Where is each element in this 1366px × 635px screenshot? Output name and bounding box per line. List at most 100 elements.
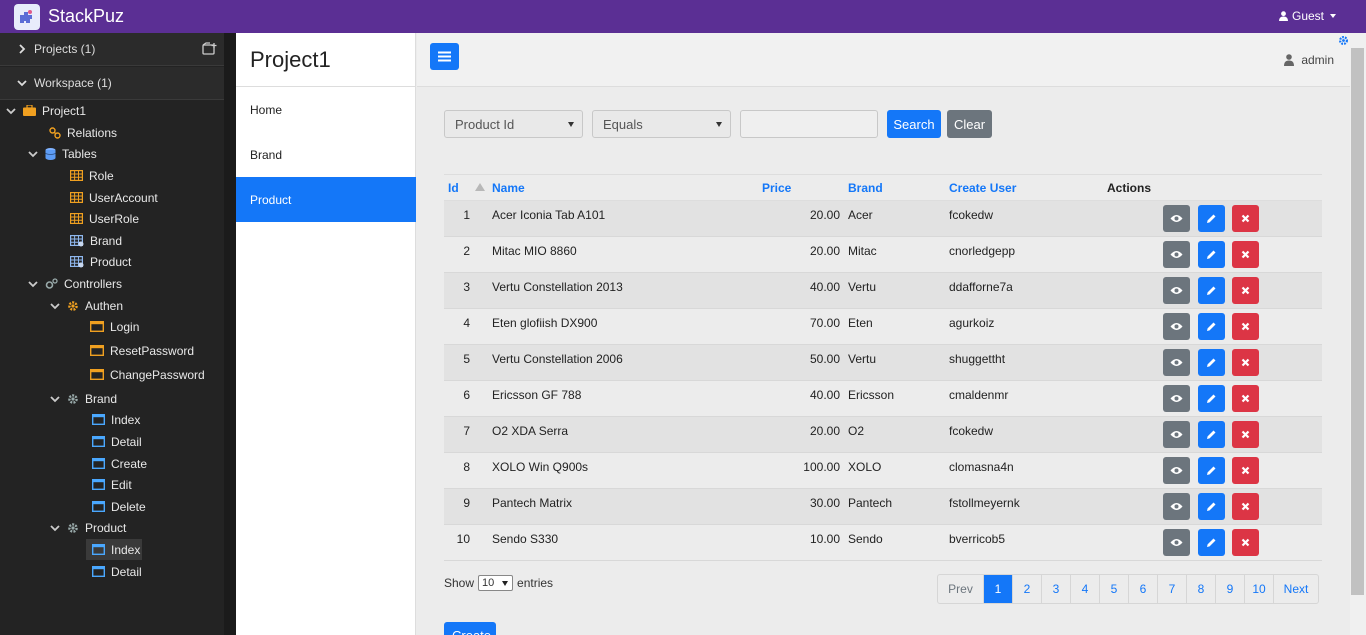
view-button[interactable] <box>1163 205 1190 232</box>
nav-item-product[interactable]: Product <box>236 177 416 222</box>
edit-button[interactable] <box>1198 457 1225 484</box>
edit-button[interactable] <box>1198 241 1225 268</box>
tree-item-product-detail[interactable]: Detail <box>92 561 142 582</box>
create-button[interactable]: Create <box>444 622 496 635</box>
tree-item-brand-controller[interactable]: Brand <box>49 388 117 409</box>
view-button[interactable] <box>1163 313 1190 340</box>
column-header-name[interactable]: Name <box>492 181 525 195</box>
page-size-select[interactable]: 10 <box>478 575 514 591</box>
tree-item-product-index[interactable]: Index <box>86 539 142 560</box>
projects-header[interactable]: Projects (1) <box>0 33 224 66</box>
nav-item-brand[interactable]: Brand <box>236 132 416 177</box>
tree-item-controllers[interactable]: Controllers <box>27 273 122 294</box>
search-value-input[interactable] <box>740 110 878 138</box>
settings-gear-icon[interactable] <box>1338 35 1349 46</box>
edit-button[interactable] <box>1198 421 1225 448</box>
delete-button[interactable] <box>1232 313 1259 340</box>
cell-name: O2 XDA Serra <box>492 424 569 438</box>
column-header-brand[interactable]: Brand <box>848 181 883 195</box>
pagination-page[interactable]: 7 <box>1157 575 1186 603</box>
edit-button[interactable] <box>1198 277 1225 304</box>
pagination-page[interactable]: 5 <box>1099 575 1128 603</box>
edit-button[interactable] <box>1198 349 1225 376</box>
edit-button[interactable] <box>1198 529 1225 556</box>
nav-item-home[interactable]: Home <box>236 87 416 132</box>
table-row: 7 O2 XDA Serra 20.00 O2 fcokedw <box>444 417 1322 453</box>
delete-button[interactable] <box>1232 529 1259 556</box>
search-button[interactable]: Search <box>887 110 941 138</box>
tree-item-authen-resetpassword[interactable]: ResetPassword <box>90 340 194 361</box>
pagination-next[interactable]: Next <box>1273 575 1318 603</box>
column-header-id[interactable]: Id <box>448 181 459 195</box>
search-field-value: Product Id <box>455 116 515 132</box>
pagination-page[interactable]: 4 <box>1070 575 1099 603</box>
tree-label: UserRole <box>89 211 140 226</box>
tree-item-project1[interactable]: Project1 <box>5 100 86 121</box>
tree-item-tables[interactable]: Tables <box>27 143 97 164</box>
view-button[interactable] <box>1163 493 1190 520</box>
view-button[interactable] <box>1163 457 1190 484</box>
tree-item-brand-delete[interactable]: Delete <box>92 496 146 517</box>
tree-item-authen-changepassword[interactable]: ChangePassword <box>90 364 205 385</box>
edit-button[interactable] <box>1198 385 1225 412</box>
tree-item-table-role[interactable]: Role <box>70 165 114 186</box>
delete-button[interactable] <box>1232 421 1259 448</box>
delete-button[interactable] <box>1232 349 1259 376</box>
view-button[interactable] <box>1163 277 1190 304</box>
chevron-right-icon <box>19 44 26 54</box>
cell-create-user: fstollmeyernk <box>949 496 1020 510</box>
tree-label: Edit <box>111 477 132 492</box>
tree-item-product-controller[interactable]: Product <box>49 517 126 538</box>
gears-icon <box>45 277 58 290</box>
pagination-page[interactable]: 3 <box>1041 575 1070 603</box>
tree-item-table-product[interactable]: Product <box>70 251 131 272</box>
tree-item-relations[interactable]: Relations <box>49 122 117 143</box>
pagination-page[interactable]: 2 <box>1012 575 1041 603</box>
pencil-icon <box>1206 501 1217 512</box>
new-project-icon[interactable] <box>202 42 217 55</box>
tree-item-table-useraccount[interactable]: UserAccount <box>70 187 158 208</box>
tree-label: Brand <box>90 233 123 248</box>
admin-user[interactable]: admin <box>1284 53 1334 67</box>
view-button[interactable] <box>1163 421 1190 448</box>
delete-button[interactable] <box>1232 493 1259 520</box>
pagination-page[interactable]: 1 <box>983 575 1012 603</box>
delete-button[interactable] <box>1232 457 1259 484</box>
cell-create-user: shuggettht <box>949 352 1006 366</box>
clear-button[interactable]: Clear <box>947 110 992 138</box>
workspace-header[interactable]: Workspace (1) <box>0 67 224 100</box>
pagination-page[interactable]: 8 <box>1186 575 1215 603</box>
pagination-prev[interactable]: Prev <box>938 575 983 603</box>
column-header-price[interactable]: Price <box>762 181 791 195</box>
delete-button[interactable] <box>1232 241 1259 268</box>
edit-button[interactable] <box>1198 493 1225 520</box>
edit-button[interactable] <box>1198 313 1225 340</box>
tree-item-authen-login[interactable]: Login <box>90 316 139 337</box>
view-button[interactable] <box>1163 241 1190 268</box>
tree-item-brand-index[interactable]: Index <box>92 409 140 430</box>
view-button[interactable] <box>1163 385 1190 412</box>
tree-item-table-brand[interactable]: Brand <box>70 230 122 251</box>
view-button[interactable] <box>1163 529 1190 556</box>
pagination-page[interactable]: 6 <box>1128 575 1157 603</box>
delete-button[interactable] <box>1232 277 1259 304</box>
tree-item-brand-edit[interactable]: Edit <box>92 474 132 495</box>
view-button[interactable] <box>1163 349 1190 376</box>
delete-button[interactable] <box>1232 385 1259 412</box>
tree-item-authen[interactable]: Authen <box>49 295 123 316</box>
chevron-down-icon <box>28 150 38 157</box>
tree-item-brand-create[interactable]: Create <box>92 453 147 474</box>
search-operator-select[interactable]: Equals <box>592 110 731 138</box>
search-field-select[interactable]: Product Id <box>444 110 583 138</box>
guest-menu[interactable]: Guest <box>1278 9 1336 23</box>
column-header-create-user[interactable]: Create User <box>949 181 1016 195</box>
pagination-page[interactable]: 9 <box>1215 575 1244 603</box>
menu-toggle-button[interactable] <box>430 43 459 70</box>
delete-button[interactable] <box>1232 205 1259 232</box>
edit-button[interactable] <box>1198 205 1225 232</box>
tree-item-table-userrole[interactable]: UserRole <box>70 208 139 229</box>
pagination-page[interactable]: 10 <box>1244 575 1273 603</box>
tree-item-brand-detail[interactable]: Detail <box>92 431 142 452</box>
page-scrollbar-thumb[interactable] <box>1351 48 1364 595</box>
tree-scrollbar[interactable] <box>224 33 236 635</box>
